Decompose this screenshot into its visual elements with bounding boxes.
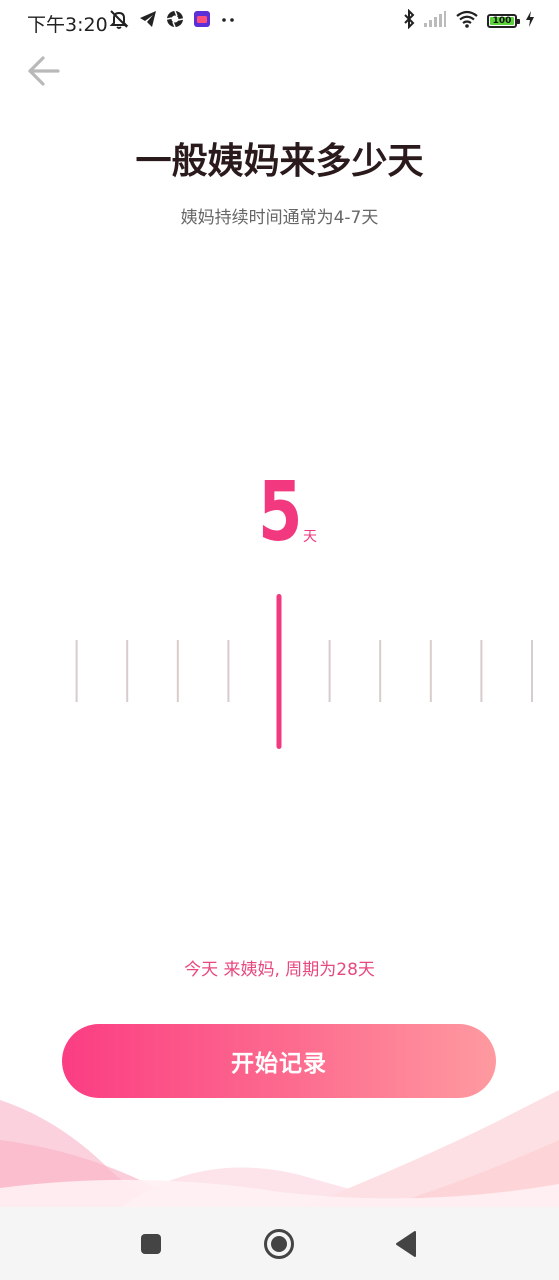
wifi-icon [455,10,479,32]
ruler-tick [126,640,129,702]
back-button[interactable] [26,54,62,88]
page-title: 一般姨妈来多少天 [135,141,424,182]
value-unit: 天 [303,529,317,545]
mute-bell-icon [108,9,130,33]
status-left-icons [108,10,236,32]
back-triangle-icon [396,1231,416,1257]
recents-button[interactable] [134,1227,168,1261]
ruler-tick [176,640,179,702]
battery-icon: 100 [487,14,520,28]
decorative-waves [0,1090,559,1208]
page-subtitle: 姨妈持续时间通常为4-7天 [180,208,379,228]
status-bar: 下午3:20 100 [0,0,559,42]
day-ruler-picker[interactable] [0,590,559,760]
system-nav-bar [0,1207,559,1280]
status-time: 下午3:20 [27,14,108,36]
ruler-tick [328,640,331,702]
selected-value: 5 [258,465,303,560]
arrow-left-icon [28,56,60,86]
home-button[interactable] [262,1227,296,1261]
ruler-tick [429,640,432,702]
selected-value-display: 5 天 [0,470,559,560]
more-icon [220,10,236,32]
battery-level: 100 [490,16,514,26]
bluetooth-icon [403,8,415,33]
cycle-summary: 今天 来姨妈, 周期为28天 [184,960,375,980]
ruler-indicator [276,594,282,749]
recents-square-icon [141,1234,161,1254]
status-right-icons: 100 [403,8,535,33]
ruler-tick [227,640,230,702]
aperture-icon [166,10,184,32]
telegram-icon [139,10,157,32]
ruler-tick [531,640,533,702]
home-circle-icon [264,1229,294,1259]
ruler-tick [75,640,78,702]
signal-icon [423,10,447,32]
back-nav-button[interactable] [389,1227,423,1261]
ruler-tick [379,640,382,702]
ruler-tick [480,640,483,702]
app-icon [193,10,211,32]
charging-icon [525,10,535,32]
